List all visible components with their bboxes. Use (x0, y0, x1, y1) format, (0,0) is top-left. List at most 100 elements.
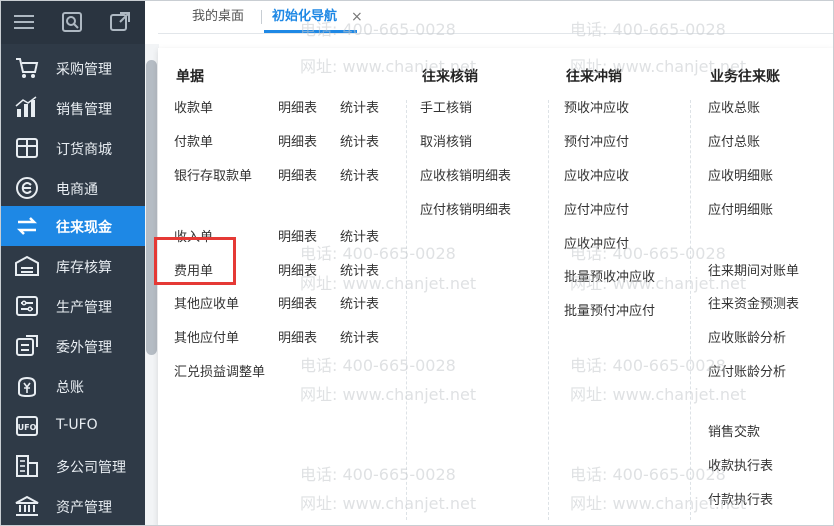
receivable-ledger-link[interactable]: 应收总账 (708, 97, 760, 116)
sidebar-item-label: 委外管理 (56, 340, 112, 356)
e-commerce-icon (14, 176, 40, 200)
payable-aging-link[interactable]: 应付账龄分析 (708, 361, 786, 380)
tab-bar: 我的桌面 初始化导航 × (158, 0, 834, 34)
sidebar-item-label: 电商通 (56, 182, 98, 198)
sidebar-item-label: 生产管理 (56, 300, 112, 316)
receipt-doc-link[interactable]: 收款单 (174, 97, 213, 116)
sidebar-scrollbar[interactable] (146, 60, 157, 355)
advance-payment-offset-link[interactable]: 预付冲应付 (564, 131, 629, 150)
cart-icon (14, 56, 40, 80)
other-receivable-stats-link[interactable]: 统计表 (340, 293, 379, 312)
sidebar-item-ecommerce[interactable]: 电商通 (0, 168, 145, 208)
column-title-business-accounts: 业务往来账 (710, 69, 780, 85)
expense-detail-link[interactable]: 明细表 (278, 260, 317, 279)
payable-writeoff-detail-link[interactable]: 应付核销明细表 (420, 199, 511, 218)
svg-text:UFO: UFO (18, 423, 37, 432)
column-divider (406, 100, 407, 520)
sidebar-item-purchase[interactable]: 采购管理 (0, 48, 145, 88)
close-icon[interactable]: × (351, 0, 363, 34)
column-divider (548, 100, 549, 520)
sidebar-item-label: 资产管理 (56, 500, 112, 516)
sidebar-item-label: 采购管理 (56, 62, 112, 78)
payment-doc-link[interactable]: 付款单 (174, 131, 213, 150)
ledger-icon (14, 374, 40, 398)
payable-offset-payable-link[interactable]: 应付冲应付 (564, 199, 629, 218)
sidebar-item-t-ufo[interactable]: UFO T-UFO (0, 406, 145, 446)
column-title-offset: 往来冲销 (566, 69, 622, 85)
other-payable-stats-link[interactable]: 统计表 (340, 327, 379, 346)
sidebar-item-inventory[interactable]: 库存核算 (0, 246, 145, 286)
sidebar-item-cash-flow[interactable]: 往来现金 (0, 206, 145, 246)
sidebar-item-production[interactable]: 生产管理 (0, 286, 145, 326)
column-divider (690, 100, 691, 520)
sidebar-item-sales[interactable]: 销售管理 (0, 88, 145, 128)
sidebar: 采购管理 销售管理 订货商城 电商通 往来现金 库存核算 生产管理 委外管理 总… (0, 0, 145, 526)
multi-company-icon (14, 454, 40, 478)
bank-deposit-detail-link[interactable]: 明细表 (278, 165, 317, 184)
bank-deposit-doc-link[interactable]: 银行存取款单 (174, 165, 252, 184)
sidebar-item-label: T-UFO (56, 417, 98, 433)
warehouse-icon (14, 254, 40, 278)
receivable-writeoff-detail-link[interactable]: 应收核销明细表 (420, 165, 511, 184)
other-payable-doc-link[interactable]: 其他应付单 (174, 327, 239, 346)
sidebar-item-outsourcing[interactable]: 委外管理 (0, 326, 145, 366)
receivable-detail-ledger-link[interactable]: 应收明细账 (708, 165, 773, 184)
cancel-writeoff-link[interactable]: 取消核销 (420, 131, 472, 150)
search-icon[interactable] (48, 0, 96, 44)
receipt-detail-link[interactable]: 明细表 (278, 97, 317, 116)
open-window-icon[interactable] (96, 0, 144, 44)
payable-ledger-link[interactable]: 应付总账 (708, 131, 760, 150)
advance-receipt-offset-link[interactable]: 预收冲应收 (564, 97, 629, 116)
sidebar-item-label: 订货商城 (56, 142, 112, 158)
bar-chart-icon (14, 96, 40, 120)
income-stats-link[interactable]: 统计表 (340, 226, 379, 245)
sidebar-item-assets[interactable]: 资产管理 (0, 486, 145, 526)
sidebar-item-label: 多公司管理 (56, 460, 126, 476)
production-icon (14, 294, 40, 318)
period-statement-link[interactable]: 往来期间对账单 (708, 260, 799, 279)
receivable-offset-receivable-link[interactable]: 应收冲应收 (564, 165, 629, 184)
receivable-aging-link[interactable]: 应收账龄分析 (708, 327, 786, 346)
payment-detail-link[interactable]: 明细表 (278, 131, 317, 150)
receivable-offset-payable-link[interactable]: 应收冲应付 (564, 233, 629, 252)
payable-detail-ledger-link[interactable]: 应付明细账 (708, 199, 773, 218)
exchange-adjustment-doc-link[interactable]: 汇兑损益调整单 (174, 361, 265, 380)
sidebar-item-label: 销售管理 (56, 102, 112, 118)
payment-execution-link[interactable]: 付款执行表 (708, 489, 773, 508)
sidebar-item-label: 库存核算 (56, 260, 112, 276)
outsource-icon (14, 334, 40, 358)
column-title-writeoff: 往来核销 (422, 69, 478, 85)
tab-my-desktop[interactable]: 我的桌面 (192, 0, 244, 34)
sidebar-item-multi-company[interactable]: 多公司管理 (0, 446, 145, 486)
sidebar-item-general-ledger[interactable]: 总账 (0, 366, 145, 406)
menu-icon[interactable] (0, 0, 48, 44)
fund-forecast-link[interactable]: 往来资金预测表 (708, 293, 799, 312)
bank-icon (14, 494, 40, 518)
tab-init-navigation[interactable]: 初始化导航 (272, 0, 337, 34)
receipt-stats-link[interactable]: 统计表 (340, 97, 379, 116)
other-receivable-doc-link[interactable]: 其他应收单 (174, 293, 239, 312)
other-payable-detail-link[interactable]: 明细表 (278, 327, 317, 346)
sidebar-item-label: 总账 (56, 380, 84, 396)
sidebar-item-order-mall[interactable]: 订货商城 (0, 128, 145, 168)
column-title-documents: 单据 (176, 69, 204, 85)
payment-stats-link[interactable]: 统计表 (340, 131, 379, 150)
sidebar-item-label: 往来现金 (56, 220, 112, 236)
tab-divider (261, 10, 262, 24)
sales-payment-link[interactable]: 销售交款 (708, 421, 760, 440)
report-icon: UFO (14, 414, 40, 438)
other-receivable-detail-link[interactable]: 明细表 (278, 293, 317, 312)
income-detail-link[interactable]: 明细表 (278, 226, 317, 245)
batch-advance-payment-offset-link[interactable]: 批量预付冲应付 (564, 300, 655, 319)
cash-flow-menu-panel: 单据 收款单 明细表 统计表 付款单 明细表 统计表 银行存取款单 明细表 统计… (158, 48, 834, 526)
expense-stats-link[interactable]: 统计表 (340, 260, 379, 279)
exchange-icon (14, 214, 40, 238)
batch-advance-receipt-offset-link[interactable]: 批量预收冲应收 (564, 266, 655, 285)
active-tab-indicator (264, 30, 357, 33)
store-icon (14, 136, 40, 160)
sidebar-toolbar (0, 0, 145, 44)
receipt-execution-link[interactable]: 收款执行表 (708, 455, 773, 474)
bank-deposit-stats-link[interactable]: 统计表 (340, 165, 379, 184)
highlight-box (154, 237, 236, 285)
manual-writeoff-link[interactable]: 手工核销 (420, 97, 472, 116)
